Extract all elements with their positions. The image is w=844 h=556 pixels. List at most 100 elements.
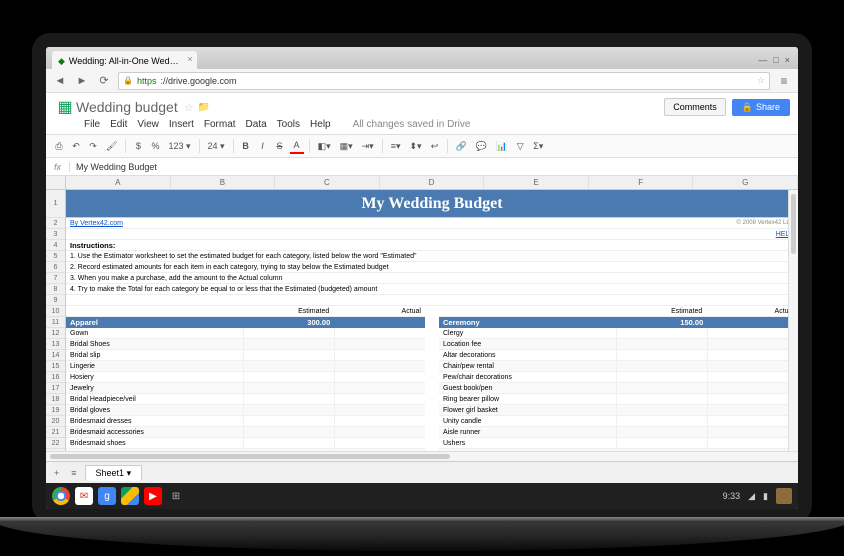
menu-view[interactable]: View (137, 119, 159, 130)
budget-item-row[interactable]: Jewelry (66, 383, 425, 394)
menu-insert[interactable]: Insert (169, 119, 194, 130)
clock[interactable]: 9:33 (723, 491, 741, 501)
all-sheets-button[interactable]: ≡ (67, 468, 80, 478)
strike-button[interactable]: S (273, 139, 287, 153)
budget-item-row[interactable]: Bridal Shoes (66, 339, 425, 350)
budget-item-row[interactable]: Bridal gloves (66, 405, 425, 416)
align-icon[interactable]: ≡▾ (388, 139, 404, 154)
budget-item-row[interactable]: Unity candle (439, 416, 798, 427)
currency-button[interactable]: $ (131, 139, 145, 153)
row-header[interactable]: 13 (46, 339, 65, 350)
budget-item-row[interactable]: Bridesmaid shoes (66, 438, 425, 449)
menu-edit[interactable]: Edit (110, 119, 127, 130)
close-icon[interactable]: × (187, 54, 192, 64)
col-header[interactable]: G (693, 176, 798, 189)
drive-icon[interactable] (121, 487, 139, 505)
budget-item-row[interactable]: Clergy (439, 328, 798, 339)
italic-button[interactable]: I (256, 139, 270, 153)
back-icon[interactable]: ◄ (52, 73, 68, 89)
budget-item-row[interactable]: Bridesmaid dresses (66, 416, 425, 427)
sheet-tab[interactable]: Sheet1 ▾ (85, 465, 143, 481)
menu-help[interactable]: Help (310, 119, 331, 130)
wifi-icon[interactable]: ◢ (748, 491, 755, 502)
vertical-scrollbar[interactable] (788, 190, 798, 451)
row-header[interactable]: 16 (46, 372, 65, 383)
select-all-corner[interactable] (46, 176, 66, 189)
budget-item-row[interactable]: Bridal slip (66, 350, 425, 361)
budget-item-row[interactable]: Aisle runner (439, 427, 798, 438)
spreadsheet-grid[interactable]: A B C D E F G 12345678910111213141516171… (46, 176, 798, 451)
wrap-icon[interactable]: ↩ (428, 139, 442, 154)
row-header[interactable]: 8 (46, 284, 65, 295)
print-icon[interactable]: ⎙ (52, 139, 66, 154)
gmail-icon[interactable]: ✉ (75, 487, 93, 505)
budget-item-row[interactable]: Lingerie (66, 361, 425, 372)
formula-input[interactable]: My Wedding Budget (70, 162, 157, 172)
avatar[interactable] (776, 488, 792, 504)
borders-icon[interactable]: ▦▾ (337, 139, 356, 154)
row-header[interactable]: 10 (46, 306, 65, 317)
row-header[interactable]: 5 (46, 251, 65, 262)
menu-file[interactable]: File (84, 119, 100, 130)
youtube-icon[interactable]: ▶ (144, 487, 162, 505)
row-header[interactable]: 22 (46, 438, 65, 449)
url-input[interactable]: 🔒 https://drive.google.com ☆ (118, 72, 770, 90)
insert-link-icon[interactable]: 🔗 (453, 139, 470, 154)
row-header[interactable]: 4 (46, 240, 65, 251)
window-close-icon[interactable]: × (785, 55, 790, 65)
col-header[interactable]: C (275, 176, 380, 189)
undo-icon[interactable]: ↶ (69, 139, 83, 154)
horizontal-scrollbar[interactable] (46, 451, 798, 461)
budget-item-row[interactable]: Flower girl basket (439, 405, 798, 416)
row-header[interactable]: 1 (46, 190, 65, 218)
percent-button[interactable]: % (148, 139, 162, 153)
col-header[interactable]: A (66, 176, 171, 189)
row-header[interactable]: 21 (46, 427, 65, 438)
row-header[interactable]: 3 (46, 229, 65, 240)
zoom-select[interactable]: 123 ▾ (165, 139, 193, 154)
paint-format-icon[interactable]: 🖌 (103, 139, 120, 154)
col-header[interactable]: F (589, 176, 694, 189)
google-search-icon[interactable]: g (98, 487, 116, 505)
bookmark-icon[interactable]: ☆ (757, 75, 765, 86)
folder-icon[interactable]: 📁 (198, 102, 210, 113)
row-headers[interactable]: 1234567891011121314151617181920212223242… (46, 190, 66, 451)
font-size-select[interactable]: 24 ▾ (205, 139, 228, 154)
menu-data[interactable]: Data (246, 119, 267, 130)
row-header[interactable]: 12 (46, 328, 65, 339)
row-header[interactable]: 11 (46, 317, 65, 328)
apps-icon[interactable]: ⊞ (167, 487, 185, 505)
bold-button[interactable]: B (239, 139, 253, 153)
row-header[interactable]: 6 (46, 262, 65, 273)
doc-title[interactable]: Wedding budget (76, 99, 178, 115)
col-header[interactable]: D (380, 176, 485, 189)
col-header[interactable]: B (171, 176, 276, 189)
merge-icon[interactable]: ⇥▾ (359, 139, 377, 154)
budget-item-row[interactable]: Altar decorations (439, 350, 798, 361)
text-color-button[interactable]: A (290, 138, 304, 154)
row-header[interactable]: 17 (46, 383, 65, 394)
star-icon[interactable]: ☆ (184, 101, 194, 114)
budget-item-row[interactable]: Chair/pew rental (439, 361, 798, 372)
comments-button[interactable]: Comments (664, 98, 726, 116)
menu-tools[interactable]: Tools (277, 119, 300, 130)
reload-icon[interactable]: ⟳ (96, 73, 112, 89)
redo-icon[interactable]: ↷ (86, 139, 100, 154)
fill-color-icon[interactable]: ◧▾ (315, 139, 334, 154)
row-header[interactable]: 19 (46, 405, 65, 416)
row-header[interactable]: 7 (46, 273, 65, 284)
row-header[interactable]: 14 (46, 350, 65, 361)
row-header[interactable]: 18 (46, 394, 65, 405)
browser-tab[interactable]: ◆ Wedding: All-in-One Wed… × (52, 51, 197, 69)
budget-item-row[interactable]: Bridesmaid accessories (66, 427, 425, 438)
filter-icon[interactable]: ▽ (513, 139, 527, 154)
col-header[interactable]: E (484, 176, 589, 189)
chrome-icon[interactable] (52, 487, 70, 505)
menu-format[interactable]: Format (204, 119, 236, 130)
budget-item-row[interactable]: Ushers (439, 438, 798, 449)
row-header[interactable]: 9 (46, 295, 65, 306)
row-header[interactable]: 20 (46, 416, 65, 427)
budget-item-row[interactable]: Guest book/pen (439, 383, 798, 394)
budget-item-row[interactable]: Hosiery (66, 372, 425, 383)
insert-chart-icon[interactable]: 📊 (493, 139, 510, 154)
